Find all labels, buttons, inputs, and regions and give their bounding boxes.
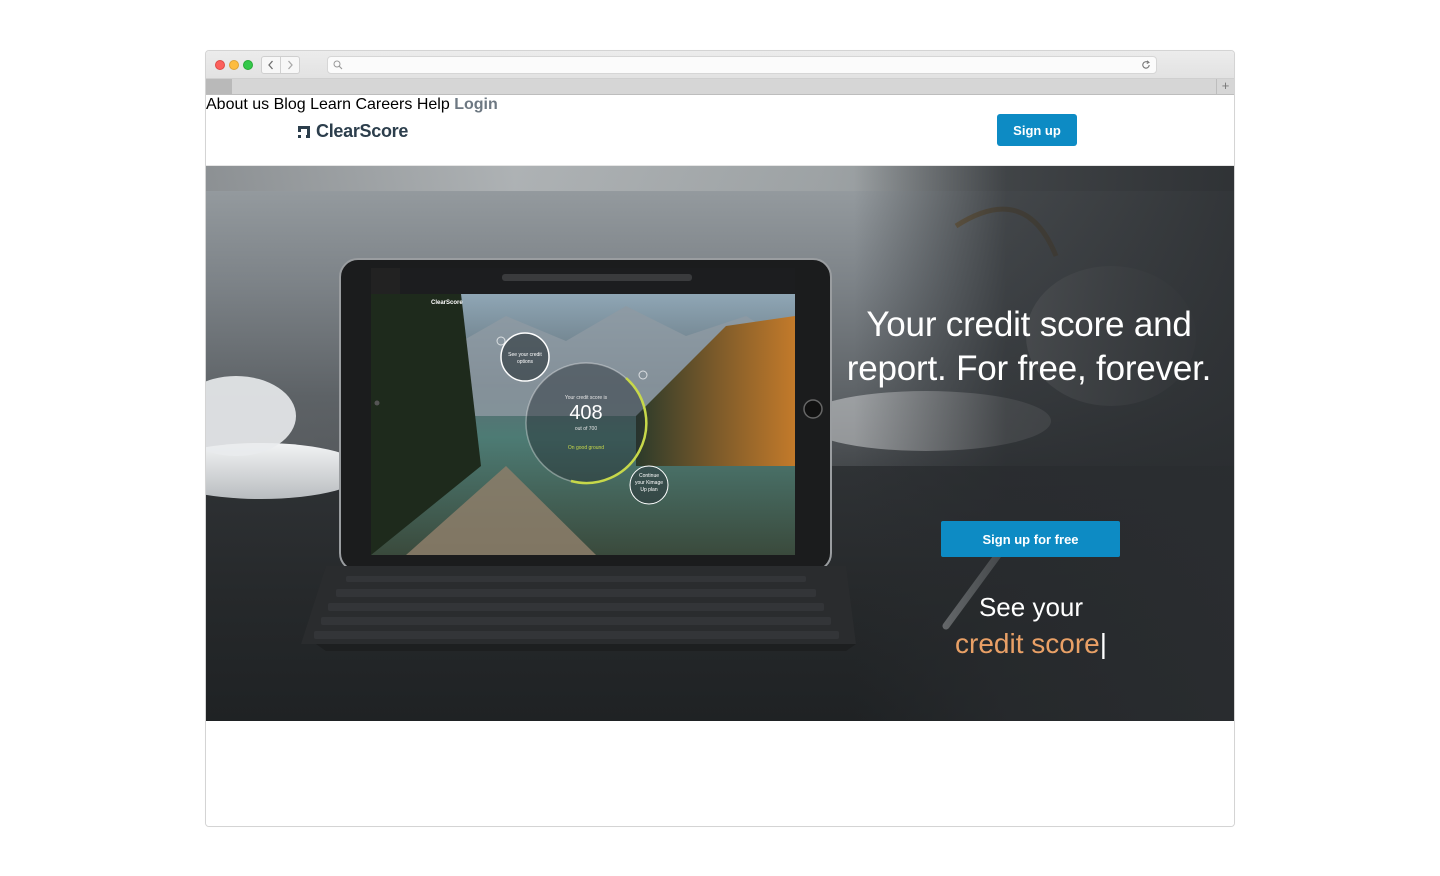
typing-caret: | — [1099, 628, 1107, 659]
hero-section: ClearScore Your credit score is 408 out … — [206, 166, 1234, 721]
signup-button[interactable]: Sign up — [997, 114, 1077, 146]
nav-blog[interactable]: Blog — [274, 96, 306, 113]
see-your-text: See your — [978, 592, 1084, 622]
site-logo[interactable]: ClearScore — [297, 121, 408, 142]
typed-phrase: credit score — [955, 628, 1100, 659]
login-link[interactable]: Login — [454, 96, 498, 113]
browser-window: + ClearScore About us Blog Learn Careers… — [205, 50, 1235, 827]
signup-free-button[interactable]: Sign up for free — [941, 521, 1120, 557]
tablet-bubble-plan: Continue your Kimage Up plan — [634, 473, 664, 493]
address-bar[interactable] — [327, 56, 1157, 74]
typed-text: credit score| — [921, 628, 1141, 660]
browser-tab[interactable] — [206, 79, 232, 94]
forward-button[interactable] — [280, 57, 299, 73]
tablet-score-label: Your credit score is — [564, 395, 608, 401]
hero-headline: Your credit score and report. For free, … — [839, 303, 1219, 391]
tablet-score-max: out of 700 — [574, 426, 598, 432]
page-viewport: ClearScore About us Blog Learn Careers H… — [206, 96, 1234, 826]
tablet-bubble-credit-options: See your credit options — [508, 352, 542, 365]
nav-about-us[interactable]: About us — [206, 96, 269, 113]
new-tab-button[interactable]: + — [1216, 79, 1234, 94]
page-content-blank — [206, 721, 1234, 826]
reload-icon[interactable] — [1141, 60, 1151, 70]
site-header: ClearScore About us Blog Learn Careers H… — [206, 96, 1234, 166]
browser-toolbar — [206, 51, 1234, 79]
clearscore-logo-icon — [298, 125, 310, 138]
search-icon — [333, 60, 343, 70]
hero-headline-line1: Your credit score and — [866, 305, 1192, 344]
close-window-button[interactable] — [215, 60, 225, 70]
logo-text: ClearScore — [316, 121, 409, 141]
tablet-status: On good ground — [567, 445, 605, 451]
nav-learn[interactable]: Learn — [310, 96, 351, 113]
back-button[interactable] — [262, 57, 280, 73]
tablet-score: 408 — [569, 402, 603, 424]
tablet-logo: ClearScore — [431, 300, 463, 306]
zoom-window-button[interactable] — [243, 60, 253, 70]
hero-headline-line2: report. For free, forever. — [846, 349, 1212, 388]
nav-help[interactable]: Help — [417, 96, 450, 113]
tab-strip: + — [206, 79, 1234, 95]
history-buttons — [261, 56, 300, 74]
chevron-left-icon — [268, 60, 273, 70]
nav-careers[interactable]: Careers — [355, 96, 412, 113]
minimize-window-button[interactable] — [229, 60, 239, 70]
chevron-right-icon — [288, 60, 293, 70]
